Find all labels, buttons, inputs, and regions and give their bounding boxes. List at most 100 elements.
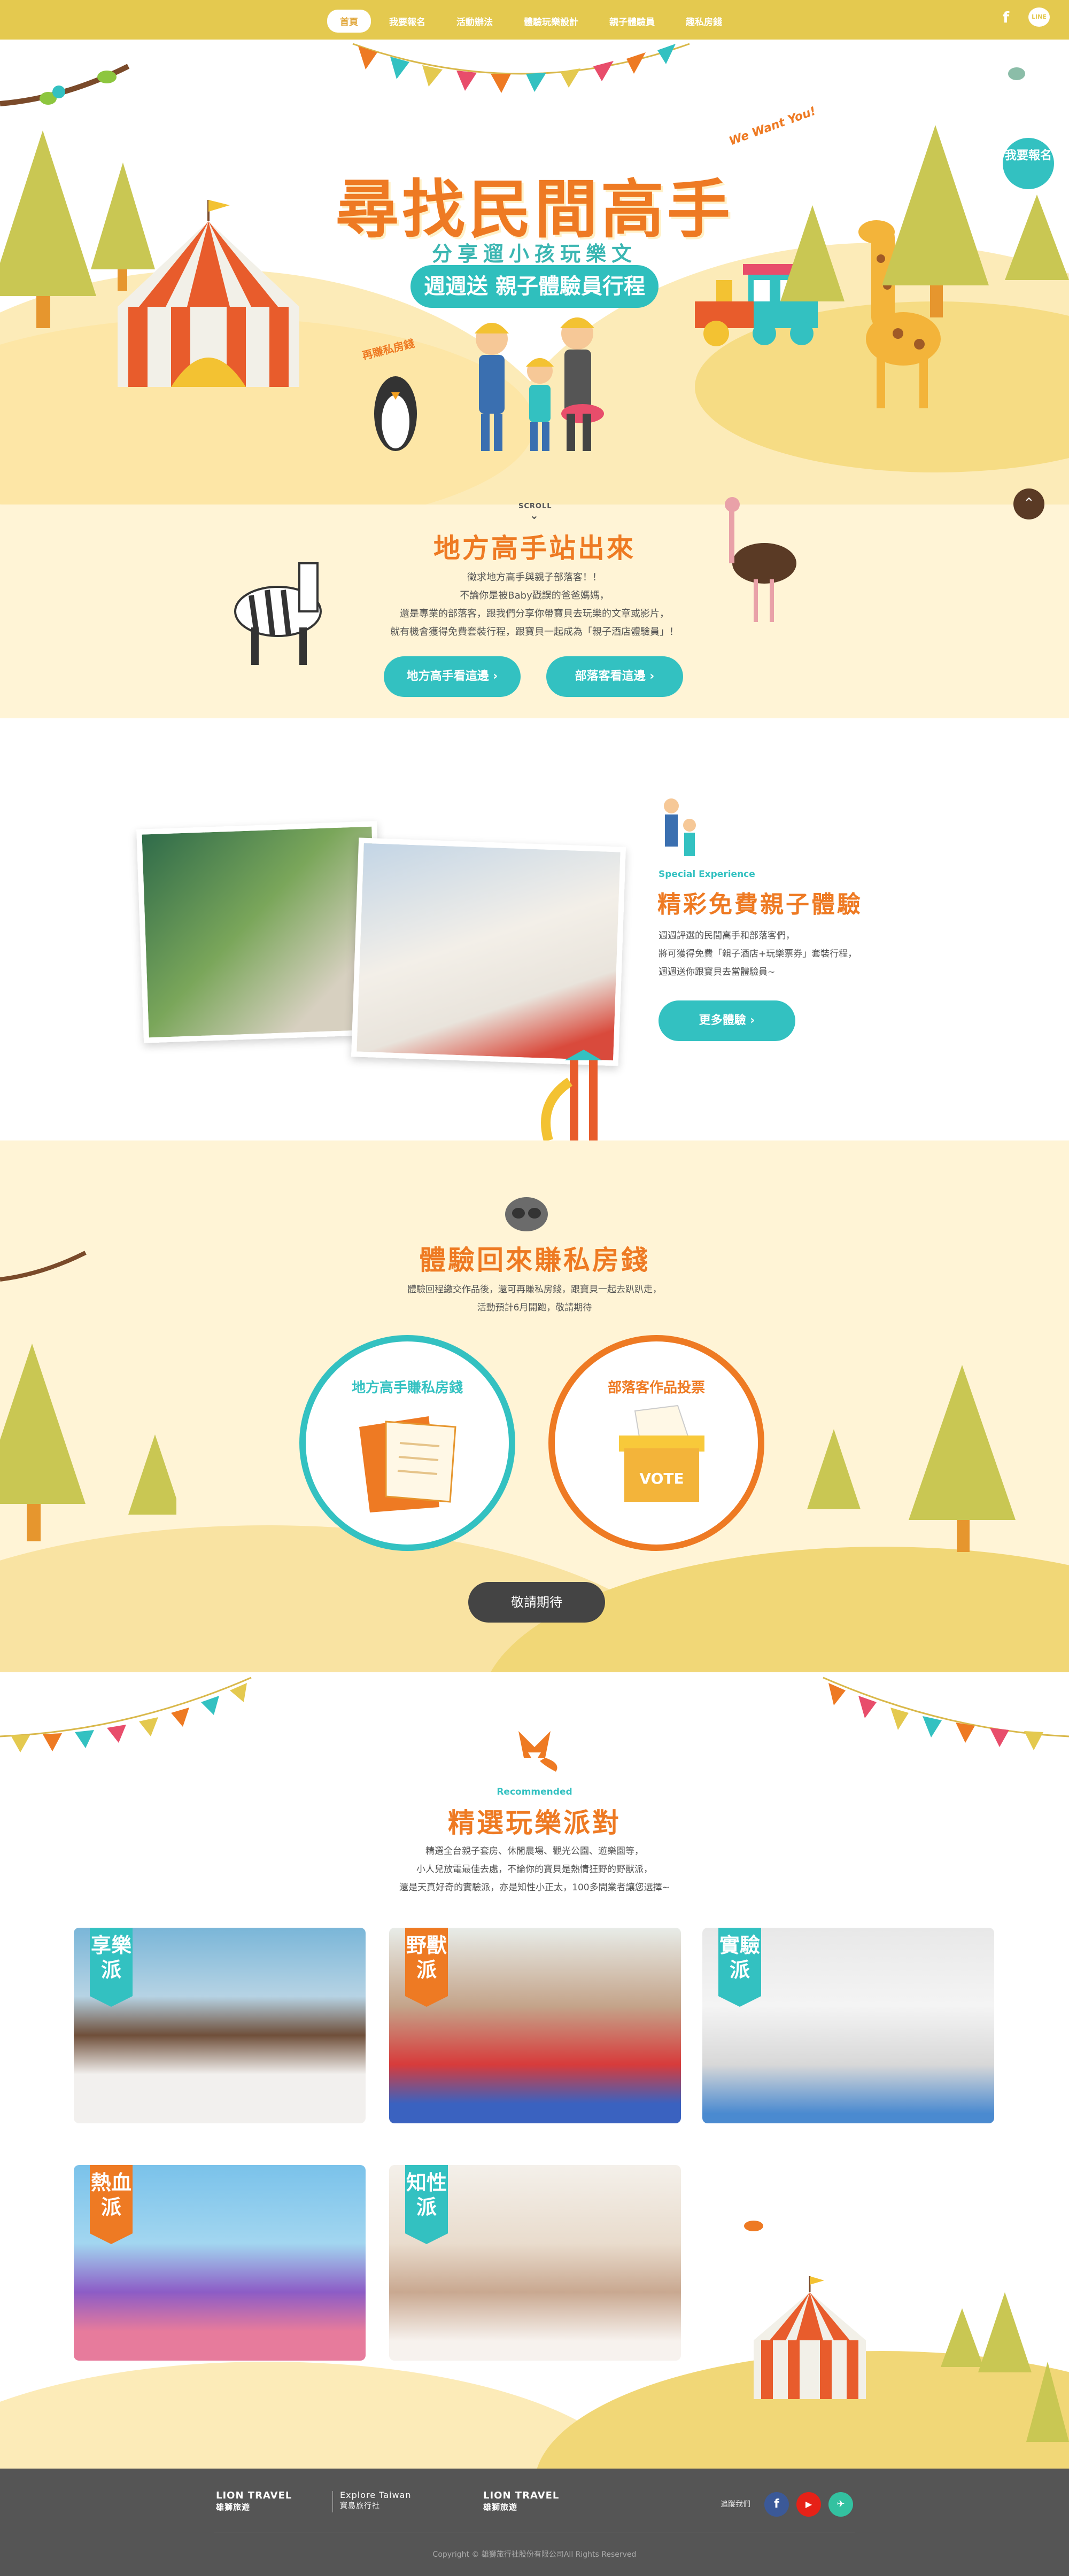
youtube-icon[interactable]: ▶ — [796, 2492, 821, 2517]
section4-text-line: 精選全台親子套房、休閒農場、觀光公園、遊樂園等， — [425, 1846, 644, 1857]
section2-text-line: 將可獲得免費「親子酒店+玩樂票券」套裝行程， — [659, 949, 857, 959]
slide-illustration — [541, 1050, 602, 1140]
document-icon — [359, 1416, 456, 1512]
vote-box-icon — [619, 1405, 704, 1502]
section1-text-line: 就有機會獲得免費套裝行程，跟寶貝一起成為「親子酒店體驗員」！ — [390, 626, 679, 638]
logo-text: Explore Taiwan — [340, 2490, 412, 2500]
tree-illustration — [780, 125, 1069, 317]
section4-text-line: 還是天真好奇的實驗派，亦是知性小正太，100多間業者讓您選擇~ — [399, 1882, 670, 1893]
card-leisure[interactable]: 享樂派 — [74, 1928, 366, 2123]
local-experts-button-label: 地方高手看這邊 — [406, 670, 489, 683]
section1-text-line: 不論你是被Baby戳誤的爸爸媽媽， — [460, 590, 609, 601]
bird-icon — [1008, 67, 1025, 80]
card-experiment[interactable]: 實驗派 — [702, 1928, 994, 2123]
plane-icon[interactable]: ✈ — [828, 2492, 853, 2517]
nav-item-home[interactable]: 首頁 — [327, 10, 371, 33]
copyright-text: Copyright © 雄獅旅行社股份有限公司All Rights Reserv… — [432, 2550, 637, 2559]
chevron-down-icon: ⌄ — [530, 509, 539, 522]
tree-illustration — [807, 1365, 1016, 1552]
family-illustration — [475, 317, 604, 451]
line-icon[interactable]: LINE — [1028, 7, 1050, 27]
logo-text: 雄獅旅遊 — [216, 2502, 251, 2512]
hero-title: 尋找民間高手 — [335, 173, 733, 246]
follow-us-label: 追蹤我們 — [721, 2500, 750, 2509]
section2-text-line: 週週送你跟寶貝去當體驗員~ — [659, 967, 776, 977]
fox-icon — [518, 1731, 557, 1772]
back-to-top-button[interactable]: ⌃ — [1013, 488, 1044, 519]
nav-item-money[interactable]: 趣私房錢 — [673, 10, 735, 33]
section4-en-label: Recommended — [497, 1787, 572, 1797]
card-intellect[interactable]: 知性派 — [389, 2165, 681, 2361]
nav-menu: 首頁 我要報名 活動辦法 體驗玩樂設計 親子體驗員 趣私房錢 — [327, 10, 735, 33]
section3-text: 體驗回程繳交作品後，還可再賺私房錢，跟寶貝一起去趴趴走， 活動預計6月開跑，敬請… — [321, 1281, 748, 1317]
hero-subtitle: 分享遛小孩玩樂文 — [431, 242, 637, 266]
signup-floating-button[interactable]: 我要報名 — [1003, 138, 1054, 189]
section1-text-line: 徵求地方高手與親子部落客！！ — [467, 572, 602, 583]
kids-illustration — [664, 798, 696, 856]
vote-label: VOTE — [639, 1470, 684, 1487]
explore-taiwan-logo[interactable]: Explore Taiwan 寶島旅行社 — [340, 2490, 412, 2511]
section2-text: 週週評選的民間高手和部落客們， 將可獲得免費「親子酒店+玩樂票券」套裝行程， 週… — [659, 927, 958, 981]
tree-illustration — [941, 2292, 1069, 2442]
circus-tent-illustration — [754, 2276, 866, 2399]
section4-title: 精選玩樂派對 — [448, 1807, 621, 1838]
footer: LION TRAVEL 雄獅旅遊 Explore Taiwan 寶島旅行社 LI… — [0, 2469, 1069, 2576]
chevron-up-icon: ⌃ — [1023, 495, 1035, 511]
nav-item-rules[interactable]: 活動辦法 — [444, 10, 506, 33]
lion-travel-logo[interactable]: LION TRAVEL 雄獅旅遊 — [216, 2490, 292, 2512]
logo-divider — [332, 2491, 333, 2512]
nav-item-experiencers[interactable]: 親子體驗員 — [597, 10, 668, 33]
facebook-icon[interactable]: f — [764, 2492, 789, 2517]
logo-text: 寶島旅行社 — [340, 2502, 380, 2510]
section2-text-line: 週週評選的民間高手和部落客們， — [659, 930, 795, 941]
earn-money-section: 體驗回來賺私房錢 體驗回程繳交作品後，還可再賺私房錢，跟寶貝一起去趴趴走， 活動… — [0, 1140, 1069, 1672]
experience-section: Special Experience 精彩免費親子體驗 週週評選的民間高手和部落… — [0, 718, 1069, 1140]
circus-tent-illustration — [118, 200, 299, 387]
bunting-flags — [823, 1677, 1069, 1750]
logo-text: LION TRAVEL — [216, 2490, 292, 2501]
section4-text-line: 小人兒放電最佳去處，不論你的寶貝是熱情狂野的野獸派， — [416, 1864, 653, 1875]
card-tag: 知性派 — [405, 2165, 448, 2244]
section2-title: 精彩免費親子體驗 — [657, 891, 863, 918]
nav-item-signup[interactable]: 我要報名 — [376, 10, 438, 33]
section2-en-label: Special Experience — [659, 869, 755, 880]
room-photo — [136, 821, 384, 1043]
recommended-section: Recommended 精選玩樂派對 精選全台親子套房、休閒農場、觀光公園、遊樂… — [0, 1672, 1069, 2469]
raccoon-icon — [505, 1197, 548, 1231]
section4-text: 精選全台親子套房、休閒農場、觀光公園、遊樂園等， 小人兒放電最佳去處，不論你的寶… — [299, 1842, 770, 1897]
penguin-illustration — [374, 376, 417, 451]
facebook-icon[interactable]: f — [1003, 9, 1009, 26]
tree-illustration — [0, 1251, 176, 1541]
section1-title: 地方高手站出來 — [433, 533, 636, 564]
bunting-flags — [352, 43, 690, 93]
chevron-right-icon: › — [750, 1014, 755, 1027]
section3-title: 體驗回來賺私房錢 — [419, 1245, 650, 1276]
more-experience-button-label: 更多體驗 — [699, 1014, 746, 1027]
coming-soon-button[interactable]: 敬請期待 — [468, 1582, 605, 1623]
nav-item-design[interactable]: 體驗玩樂設計 — [511, 10, 591, 33]
branch-birds-illustration — [0, 64, 130, 106]
section3-text-line: 活動預計6月開跑，敬請期待 — [477, 1302, 592, 1313]
more-experience-button[interactable]: 更多體驗 › — [659, 1000, 795, 1041]
bird-icon — [744, 2221, 763, 2231]
top-nav: 首頁 我要報名 活動辦法 體驗玩樂設計 親子體驗員 趣私房錢 f LINE — [0, 0, 1069, 40]
local-experts-button[interactable]: 地方高手看這邊 › — [384, 656, 521, 697]
circle-blogger-vote[interactable]: 部落客作品投票 VOTE — [548, 1335, 764, 1551]
hero-section: 再賺私房錢 尋找民間高手 We Want You! 分享遛小孩玩樂文 週週送 親… — [0, 40, 1069, 718]
scroll-indicator[interactable]: SCROLL ⌄ — [518, 502, 552, 522]
section3-text-line: 體驗回程繳交作品後，還可再賺私房錢，跟寶貝一起去趴趴走， — [407, 1284, 662, 1295]
circle-local-money[interactable]: 地方高手賺私房錢 — [299, 1335, 515, 1551]
lion-travel-logo[interactable]: LION TRAVEL 雄獅旅遊 — [483, 2490, 559, 2512]
chevron-right-icon: › — [649, 670, 655, 683]
circle-blogger-vote-label: 部落客作品投票 — [607, 1380, 705, 1396]
card-tag: 熱血派 — [90, 2165, 133, 2244]
kids-photo — [351, 837, 626, 1066]
logo-text: 雄獅旅遊 — [483, 2502, 518, 2512]
card-wild[interactable]: 野獸派 — [389, 1928, 681, 2123]
circle-local-money-label: 地方高手賺私房錢 — [351, 1380, 463, 1396]
section1-text-line: 還是專業的部落客，跟我們分享你帶寶貝去玩樂的文章或影片， — [400, 608, 669, 619]
bunting-flags — [0, 1677, 252, 1752]
section1-text: 徵求地方高手與親子部落客！！ 不論你是被Baby戳誤的爸爸媽媽， 還是專業的部落… — [321, 569, 748, 641]
bloggers-button[interactable]: 部落客看這邊 › — [546, 656, 683, 697]
card-passion[interactable]: 熱血派 — [74, 2165, 366, 2361]
